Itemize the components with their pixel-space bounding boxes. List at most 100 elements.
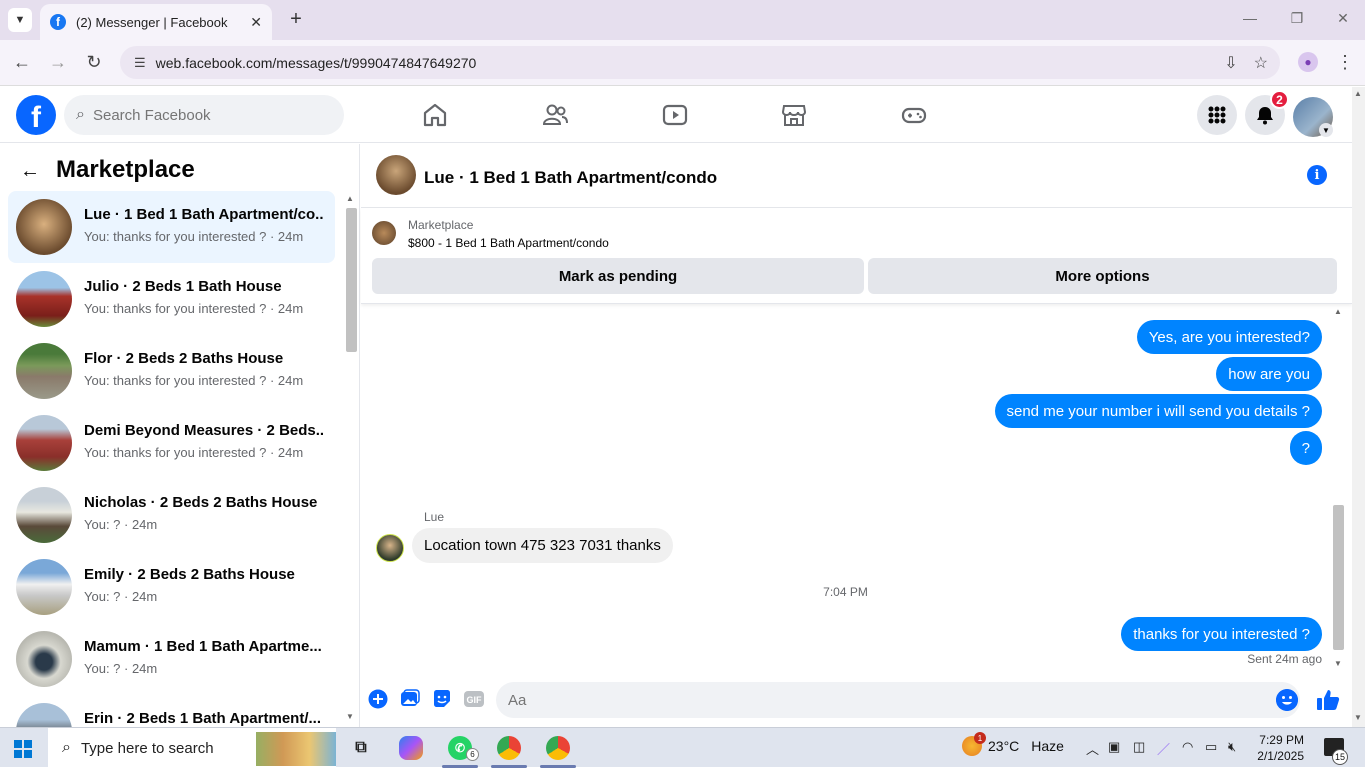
restore-icon[interactable]: ❐ xyxy=(1287,10,1307,27)
facebook-logo-icon[interactable]: f xyxy=(16,95,56,135)
friends-icon[interactable] xyxy=(541,101,569,129)
chevron-up-icon[interactable]: ︿ xyxy=(1086,739,1099,758)
notification-center-count: 15 xyxy=(1332,749,1348,765)
listing-thumbnail[interactable] xyxy=(372,221,396,245)
weather-temperature: 23°C xyxy=(988,738,1020,754)
chat-title[interactable]: Lue · 1 Bed 1 Bath Apartment/condo xyxy=(424,168,717,188)
listing-source-label: Marketplace xyxy=(408,218,474,232)
menu-grid-button[interactable] xyxy=(1197,95,1237,135)
scrollbar-thumb[interactable] xyxy=(1333,505,1344,650)
chevron-down-icon[interactable]: ▼ xyxy=(1319,123,1333,137)
conversation-name: Lue · 1 Bed 1 Bath Apartment/co... xyxy=(84,206,324,223)
clock-time: 7:29 PM xyxy=(1259,733,1304,747)
gif-icon[interactable]: GIF xyxy=(463,688,485,710)
page-scrollbar[interactable]: ▲ ▼ xyxy=(1352,87,1365,727)
battery-icon[interactable]: ▭ xyxy=(1205,739,1217,755)
sender-avatar[interactable] xyxy=(376,534,404,562)
marketplace-icon[interactable] xyxy=(780,101,808,129)
conversation-item[interactable]: Mamum · 1 Bed 1 Bath Apartme... You: ? ·… xyxy=(8,623,335,695)
chat-avatar[interactable] xyxy=(376,155,416,195)
grid-icon xyxy=(1208,106,1226,124)
copilot-icon[interactable] xyxy=(399,736,423,760)
browser-profile-icon[interactable]: ● xyxy=(1298,52,1318,72)
volume-muted-icon[interactable]: 🔇︎ xyxy=(1228,739,1236,755)
facebook-search[interactable]: ⌕ xyxy=(64,95,344,135)
conversation-item[interactable]: Julio · 2 Beds 1 Bath House You: thanks … xyxy=(8,263,335,335)
conversation-item[interactable]: Lue · 1 Bed 1 Bath Apartment/co... You: … xyxy=(8,191,335,263)
thumbs-up-icon[interactable] xyxy=(1316,688,1340,712)
camera-icon[interactable]: ◫ xyxy=(1133,739,1145,755)
chrome-icon[interactable] xyxy=(497,736,521,760)
wifi-icon[interactable]: ◠ xyxy=(1182,739,1193,755)
conversation-item[interactable]: Nicholas · 2 Beds 2 Baths House You: ? ·… xyxy=(8,479,335,551)
emoji-icon[interactable] xyxy=(1276,689,1298,711)
listing-thumbnail xyxy=(16,271,72,327)
conversation-item[interactable]: Emily · 2 Beds 2 Baths House You: ? · 24… xyxy=(8,551,335,623)
sidebar-scrollbar[interactable]: ▲ ▼ xyxy=(344,194,357,724)
gaming-icon[interactable] xyxy=(900,101,928,129)
mark-as-pending-button[interactable]: Mark as pending xyxy=(372,258,864,294)
scrollbar-thumb[interactable] xyxy=(346,208,357,352)
back-arrow-icon[interactable]: ← xyxy=(20,160,40,183)
weather-widget[interactable]: 1 23°C Haze xyxy=(962,732,1064,756)
notification-badge: 2 xyxy=(1270,90,1289,109)
more-options-button[interactable]: More options xyxy=(868,258,1337,294)
chrome-profile-icon[interactable] xyxy=(546,736,570,760)
search-input[interactable] xyxy=(92,106,313,124)
conversation-name: Demi Beyond Measures · 2 Beds... xyxy=(84,422,324,439)
video-icon[interactable] xyxy=(661,101,689,129)
system-clock[interactable]: 7:29 PM 2/1/2025 xyxy=(1252,732,1304,764)
info-icon[interactable]: i xyxy=(1307,165,1327,185)
thread-scrollbar[interactable]: ▲ ▼ xyxy=(1331,305,1345,673)
conversation-item[interactable]: Demi Beyond Measures · 2 Beds... You: th… xyxy=(8,407,335,479)
sent-status: Sent 24m ago xyxy=(1247,652,1322,666)
message-thread: Yes, are you interested? how are you sen… xyxy=(361,305,1352,673)
outgoing-message: Yes, are you interested? xyxy=(1136,320,1322,354)
sticker-icon[interactable] xyxy=(431,688,453,710)
address-bar[interactable]: ☰ web.facebook.com/messages/t/9990474847… xyxy=(120,46,1280,79)
browser-menu-icon[interactable]: ⋮ xyxy=(1336,52,1354,73)
pen-icon[interactable]: ／ xyxy=(1157,739,1170,758)
search-icon: ⌕ xyxy=(76,106,85,123)
clock-date: 2/1/2025 xyxy=(1257,749,1304,763)
tab-close-icon[interactable]: ✕ xyxy=(250,14,262,31)
url-text: web.facebook.com/messages/t/999047484764… xyxy=(155,54,477,71)
listing-thumbnail xyxy=(16,199,72,255)
taskbar-search[interactable]: ⌕ Type here to search xyxy=(48,728,336,768)
listing-price[interactable]: $800 - 1 Bed 1 Bath Apartment/condo xyxy=(408,236,609,250)
photo-icon[interactable] xyxy=(399,688,421,710)
outgoing-message: ? xyxy=(1289,431,1322,465)
task-view-icon[interactable]: ⧉ xyxy=(349,736,373,760)
chat-panel: Lue · 1 Bed 1 Bath Apartment/condo i Mar… xyxy=(361,144,1352,727)
timestamp-separator: 7:04 PM xyxy=(823,585,868,599)
tab-search-chevron-icon[interactable]: ▼ xyxy=(8,8,32,32)
home-icon[interactable] xyxy=(421,101,449,129)
bookmark-star-icon[interactable]: ☆ xyxy=(1254,53,1268,73)
site-settings-icon[interactable]: ☰ xyxy=(134,55,146,71)
windows-taskbar: ⌕ Type here to search ⧉ ✆ 6 1 23°C Haze … xyxy=(0,727,1365,768)
message-input[interactable] xyxy=(496,682,1300,718)
window-close-icon[interactable]: ✕ xyxy=(1333,10,1353,27)
browser-tab-messenger[interactable]: f (2) Messenger | Facebook ✕ xyxy=(40,4,272,40)
outgoing-message: send me your number i will send you deta… xyxy=(994,394,1322,428)
conversation-name: Mamum · 1 Bed 1 Bath Apartme... xyxy=(84,638,322,655)
back-arrow-icon[interactable]: ← xyxy=(10,52,34,73)
conversation-name: Flor · 2 Beds 2 Baths House xyxy=(84,350,284,367)
meet-now-icon[interactable]: ▣ xyxy=(1108,739,1120,755)
windows-start-icon[interactable] xyxy=(14,740,32,758)
new-tab-plus-icon[interactable]: + xyxy=(284,8,308,31)
install-app-icon[interactable]: ⇩ xyxy=(1224,53,1237,73)
svg-text:GIF: GIF xyxy=(467,695,483,705)
plus-circle-icon[interactable] xyxy=(367,688,389,710)
conversation-item[interactable]: Erin · 2 Beds 1 Bath Apartment/... xyxy=(8,695,335,727)
conversation-item[interactable]: Flor · 2 Beds 2 Baths House You: thanks … xyxy=(8,335,335,407)
forward-arrow-icon[interactable]: → xyxy=(46,52,70,73)
whatsapp-badge: 6 xyxy=(466,748,479,761)
minimize-icon[interactable]: — xyxy=(1240,10,1260,26)
search-icon: ⌕ xyxy=(62,739,71,756)
conversation-snippet: You: thanks for you interested ? · 24m xyxy=(84,373,304,388)
tab-title: (2) Messenger | Facebook xyxy=(76,14,228,30)
conversation-snippet: You: ? · 24m xyxy=(84,517,158,532)
conversation-snippet: You: ? · 24m xyxy=(84,661,158,676)
reload-icon[interactable]: ↻ xyxy=(82,52,106,73)
